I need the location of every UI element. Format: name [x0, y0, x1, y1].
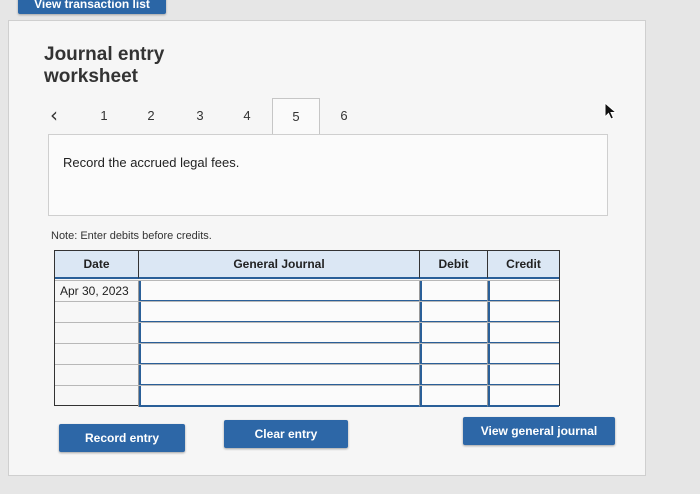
record-entry-button[interactable]: Record entry [59, 424, 185, 452]
table-row [55, 322, 559, 344]
date-cell[interactable] [55, 302, 139, 323]
tab-4[interactable]: 4 [237, 108, 257, 123]
account-input[interactable] [139, 323, 420, 344]
credit-input[interactable] [488, 344, 559, 365]
date-cell[interactable] [55, 323, 139, 344]
tab-6[interactable]: 6 [334, 108, 354, 123]
tab-2[interactable]: 2 [141, 108, 161, 123]
table-row: Apr 30, 2023 [55, 280, 559, 302]
mouse-pointer-icon [604, 102, 618, 120]
credit-input[interactable] [488, 302, 559, 323]
tab-1[interactable]: 1 [94, 108, 114, 123]
tab-3[interactable]: 3 [190, 108, 210, 123]
column-header-credit: Credit [488, 251, 559, 279]
credit-input[interactable] [488, 386, 559, 407]
date-cell[interactable] [55, 386, 139, 407]
account-input[interactable] [139, 365, 420, 386]
instruction-text: Record the accrued legal fees. [63, 155, 240, 170]
credit-input[interactable] [488, 281, 559, 302]
debit-input[interactable] [420, 386, 488, 407]
date-cell[interactable]: Apr 30, 2023 [55, 281, 139, 302]
worksheet-title: Journal entry worksheet [44, 44, 165, 87]
view-transaction-list-button[interactable]: View transaction list [18, 0, 166, 14]
table-row [55, 301, 559, 323]
credit-input[interactable] [488, 365, 559, 386]
column-header-debit: Debit [420, 251, 488, 279]
column-header-general-journal: General Journal [139, 251, 420, 279]
instruction-box: Record the accrued legal fees. [48, 134, 608, 216]
table-row [55, 385, 559, 407]
view-general-journal-button[interactable]: View general journal [463, 417, 615, 445]
note-text: Note: Enter debits before credits. [51, 230, 212, 242]
account-input[interactable] [139, 386, 420, 407]
column-header-date: Date [55, 251, 139, 279]
credit-input[interactable] [488, 323, 559, 344]
table-row [55, 364, 559, 386]
debit-input[interactable] [420, 281, 488, 302]
date-cell[interactable] [55, 344, 139, 365]
account-input[interactable] [139, 302, 420, 323]
account-input[interactable] [139, 344, 420, 365]
debit-input[interactable] [420, 344, 488, 365]
date-cell[interactable] [55, 365, 139, 386]
journal-table: Date General Journal Debit Credit Apr 30… [54, 250, 560, 407]
debit-input[interactable] [420, 323, 488, 344]
account-input[interactable] [139, 281, 420, 302]
table-row [55, 343, 559, 365]
clear-entry-button[interactable]: Clear entry [224, 420, 348, 448]
debit-input[interactable] [420, 365, 488, 386]
debit-input[interactable] [420, 302, 488, 323]
chevron-left-icon[interactable]: ‹ [50, 105, 58, 125]
worksheet-panel [8, 20, 646, 476]
tab-5[interactable]: 5 [272, 98, 320, 135]
